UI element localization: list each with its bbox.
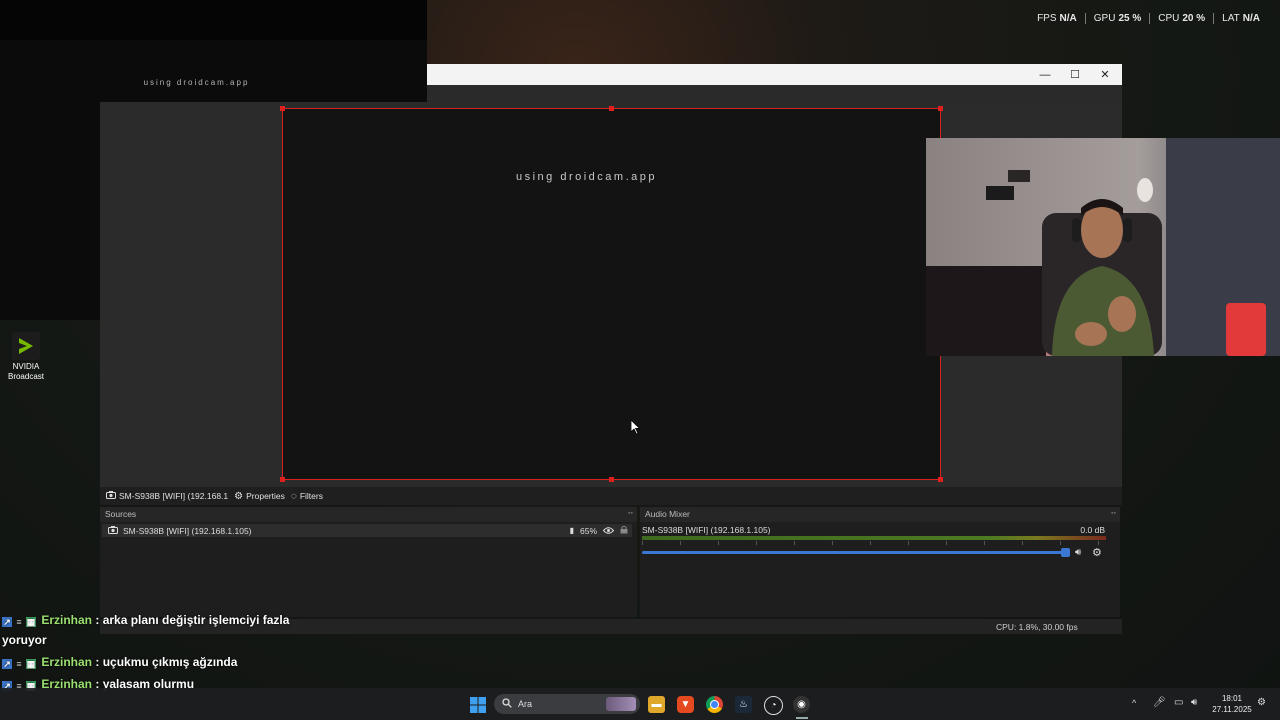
close-button[interactable]: ✕ [1090,64,1120,85]
filter-icon: ◌ [290,490,297,502]
source-toolbar: SM-S938B [WIFI] (192.168.1 ⚙ Properties … [100,487,1122,505]
camera-icon [108,525,118,536]
latency-stat: LAT N/A [1213,12,1268,24]
chat-message-continuation: yoruyor [2,633,47,647]
properties-button[interactable]: ⚙ Properties [234,491,285,502]
start-windows-icon[interactable] [469,696,486,713]
resize-handle-tr[interactable] [938,106,943,111]
gpu-stat: GPU 25 % [1084,12,1149,24]
nvidia-broadcast-shortcut[interactable]: NVIDIA Broadcast [6,332,46,382]
moderator-icon: ▦ [26,617,36,627]
resize-handle-top[interactable] [609,106,614,111]
volume-icon[interactable]: 🔊︎ [1191,697,1197,708]
subscriber-icon: ≡ [16,659,22,669]
toolbar-source-name: SM-S938B [WIFI] (192.168.1 [106,490,228,502]
source-item-name: SM-S938B [WIFI] (192.168.1.105) [123,525,252,536]
nvidia-broadcast-label: NVIDIA Broadcast [7,362,45,381]
filters-button[interactable]: ◌ Filters [291,491,323,502]
chat-text: : uçukmu çıkmış ağzında [95,655,238,669]
volume-slider-handle[interactable] [1061,548,1070,557]
visibility-eye-icon[interactable] [602,526,615,536]
speaker-icon[interactable]: 🔊︎ [1075,547,1081,558]
resize-handle-bottom[interactable] [609,477,614,482]
mouse-cursor-icon [631,420,641,435]
mixer-channel-name: SM-S938B [WIFI] (192.168.1.105) [642,525,771,535]
taskbar-search[interactable]: Ara [494,694,640,714]
notification-icon[interactable]: ⚙ [1257,697,1266,708]
cpu-stat: CPU 20 % [1149,12,1213,24]
network-icon[interactable]: ▭ [1174,697,1183,708]
subscriber-icon: ≡ [16,617,22,627]
volume-meter [642,536,1106,540]
badge-icon: ↗ [2,617,12,627]
chat-username: Erzinhan [41,655,93,669]
clock[interactable]: 18:01 27.11.2025 [1211,693,1253,715]
chevron-up-icon[interactable]: ^ [1132,698,1136,708]
resize-handle-bl[interactable] [280,477,285,482]
search-placeholder: Ara [518,699,533,709]
preview-canvas-source[interactable]: using droidcam.app [280,106,943,482]
resize-handle-br[interactable] [938,477,943,482]
sources-dock-title: Sources [100,507,637,522]
minimize-button[interactable]: — [1030,64,1060,85]
obs-studio-icon[interactable]: ◔ [764,696,783,715]
search-highlight-image [606,697,636,711]
clock-date: 27.11.2025 [1212,705,1252,714]
search-icon [502,698,512,710]
chat-username: Erzinhan [41,613,93,627]
cpu-fps-status: CPU: 1.8%, 30.00 fps [996,622,1078,632]
droidcam-watermark: using droidcam.app [143,78,250,87]
sources-dock: Sources ▪▪ SM-S938B [WIFI] (192.168.1.10… [100,507,637,617]
brave-browser-icon[interactable]: ▼ [677,696,694,713]
resize-handle-tl[interactable] [280,106,285,111]
nvidia-broadcast-icon [12,332,40,360]
droidcam-preview-top [0,0,427,40]
gear-icon: ⚙ [234,490,244,502]
file-explorer-icon[interactable]: ▬ [648,696,665,713]
dock-float-icon[interactable]: ▪▪ [628,510,633,517]
mixer-channel-level: 0.0 dB [1080,525,1105,535]
droidcam-icon[interactable]: ◉ [793,696,810,713]
dock-float-icon[interactable]: ▪▪ [1111,510,1116,517]
lock-icon[interactable] [620,525,628,536]
chat-text: : arka planı değiştir işlemciyi fazla [95,613,290,627]
source-list-item[interactable]: SM-S938B [WIFI] (192.168.1.105) ▮ 65% [102,524,632,537]
steam-icon[interactable]: ♨ [735,696,752,713]
source-opacity: 65% [579,525,597,536]
webcam-feed [926,138,1280,356]
audio-mixer-title: Audio Mixer [640,507,1120,522]
canvas-watermark: using droidcam.app [515,171,657,183]
obs-menubar [427,85,1122,102]
volume-meter-ticks [642,541,1106,545]
obs-titlebar[interactable]: — ☐ ✕ [427,64,1122,85]
active-app-indicator [796,717,808,719]
taskbar: Ara ▬ ▼ ♨ ◔ ◉ ^ 🎤︎ ▭ 🔊︎ 18:01 27.11.2025… [0,688,1280,720]
audio-mixer-dock: Audio Mixer ▪▪ SM-S938B [WIFI] (192.168.… [640,507,1120,617]
moderator-icon: ▦ [26,659,36,669]
maximize-button[interactable]: ☐ [1060,64,1090,85]
badge-icon: ↗ [2,659,12,669]
mixer-gear-icon[interactable]: ⚙ [1092,546,1102,559]
fps-stat: FPS N/A [1037,12,1077,24]
microphone-icon[interactable]: 🎤︎ [1153,697,1166,708]
clock-time: 18:01 [1221,694,1243,703]
chat-message: ↗ ≡ ▦ Erzinhan : uçukmu çıkmış ağzında [2,655,237,669]
chrome-icon[interactable] [706,696,723,713]
audio-meter-icon: ▮ [569,526,574,535]
performance-overlay: FPS N/A GPU 25 % CPU 20 % LAT N/A [1029,8,1268,28]
camera-icon [106,490,116,502]
volume-slider-track[interactable] [642,551,1064,554]
chat-message: ↗ ≡ ▦ Erzinhan : arka planı değiştir işlem… [2,613,289,627]
